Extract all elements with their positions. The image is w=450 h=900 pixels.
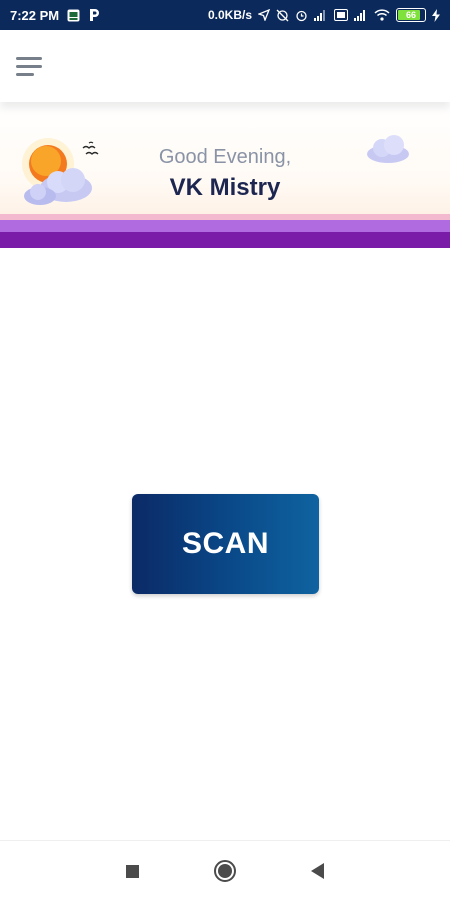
user-name: VK Mistry — [169, 174, 281, 201]
hamburger-menu-icon[interactable] — [16, 52, 50, 80]
banner-stripe — [0, 232, 450, 248]
greeting-text: Good Evening, — [158, 146, 292, 168]
alarm-icon — [295, 8, 308, 22]
back-icon[interactable] — [305, 859, 329, 883]
system-nav-bar — [0, 840, 450, 900]
status-time: 7:22 PM — [10, 7, 60, 23]
menu-line — [16, 56, 42, 60]
banner-stripe — [0, 220, 450, 232]
home-icon[interactable] — [213, 859, 237, 883]
recents-icon[interactable] — [120, 859, 144, 883]
signal-icon — [314, 8, 328, 22]
menu-line — [16, 72, 34, 76]
parking-icon — [88, 8, 100, 22]
no-sync-icon — [276, 8, 289, 22]
signal-icon — [354, 8, 368, 22]
greeting-banner: Good Evening, VK Mistry — [0, 102, 450, 248]
status-bar: 7:22 PM 0.0KB/s 66 — [0, 0, 450, 30]
battery-level: 66 — [405, 10, 416, 20]
back-triangle — [310, 863, 324, 879]
app-bar — [0, 30, 450, 102]
home-ring — [214, 860, 236, 882]
scan-button[interactable]: SCAN — [132, 494, 319, 594]
status-left: 7:22 PM — [10, 8, 100, 23]
home-dot — [218, 864, 232, 878]
wifi-icon — [374, 8, 390, 22]
network-speed: 0.0KB/s — [207, 8, 252, 22]
charging-icon — [432, 8, 440, 22]
status-right: 0.0KB/s 66 — [208, 8, 440, 22]
recents-square — [125, 864, 139, 878]
menu-line — [16, 64, 42, 68]
volte-icon — [334, 8, 348, 22]
app-screen: 7:22 PM 0.0KB/s 66 Good Evening, VK Mist… — [0, 0, 450, 900]
gallery-icon — [67, 8, 80, 22]
location-arrow-icon — [258, 8, 270, 22]
battery-icon: 66 — [396, 8, 426, 22]
